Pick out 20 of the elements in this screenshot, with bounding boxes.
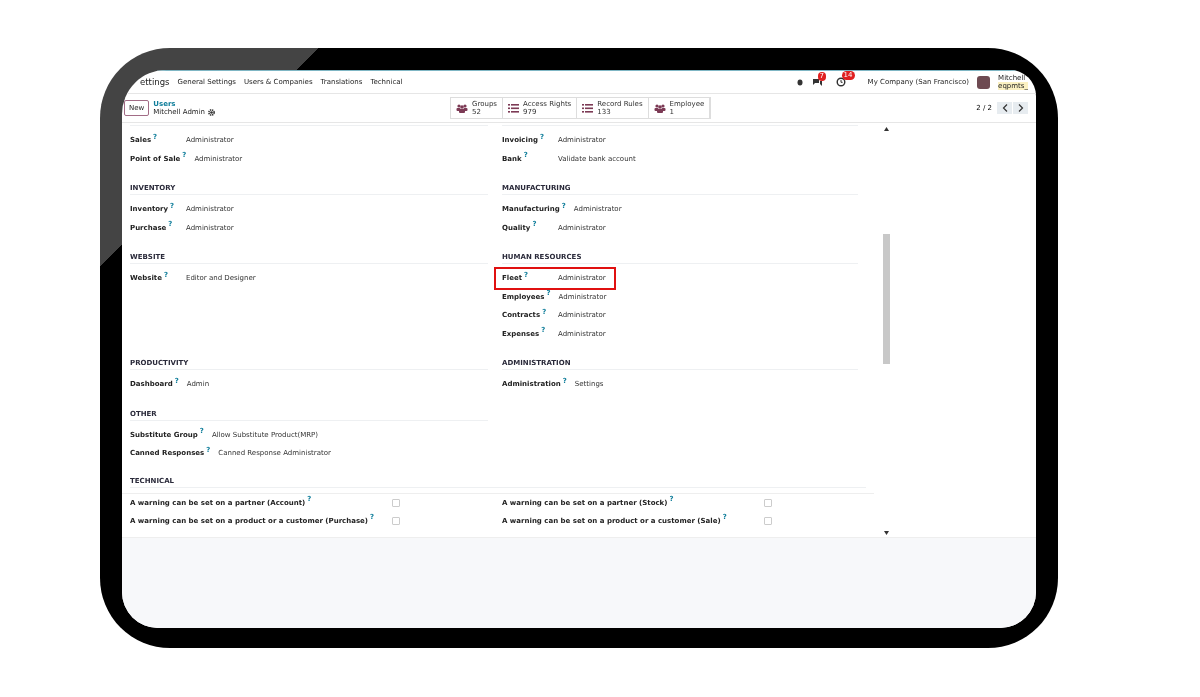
checkbox[interactable]	[764, 498, 772, 507]
scrollbar-thumb[interactable]	[882, 234, 890, 364]
chat-icon[interactable]	[811, 77, 822, 87]
clock-icon[interactable]	[835, 77, 846, 87]
scroll-down-icon[interactable]	[883, 531, 889, 535]
app-name[interactable]: ettings	[140, 77, 170, 87]
avatar[interactable]	[977, 75, 991, 89]
scroll-up-icon[interactable]	[883, 127, 889, 131]
next-button[interactable]	[1013, 102, 1028, 114]
checkbox[interactable]	[764, 516, 772, 525]
checkbox[interactable]	[392, 498, 400, 507]
settings-icon[interactable]	[208, 108, 216, 116]
list-icon	[508, 103, 519, 113]
users-icon	[653, 103, 666, 113]
list-icon	[582, 103, 594, 113]
checkbox[interactable]	[392, 516, 400, 525]
chevron-right-icon	[1017, 104, 1024, 112]
users-icon	[456, 103, 469, 113]
chevron-left-icon	[1001, 104, 1008, 112]
previous-button[interactable]	[997, 102, 1012, 114]
